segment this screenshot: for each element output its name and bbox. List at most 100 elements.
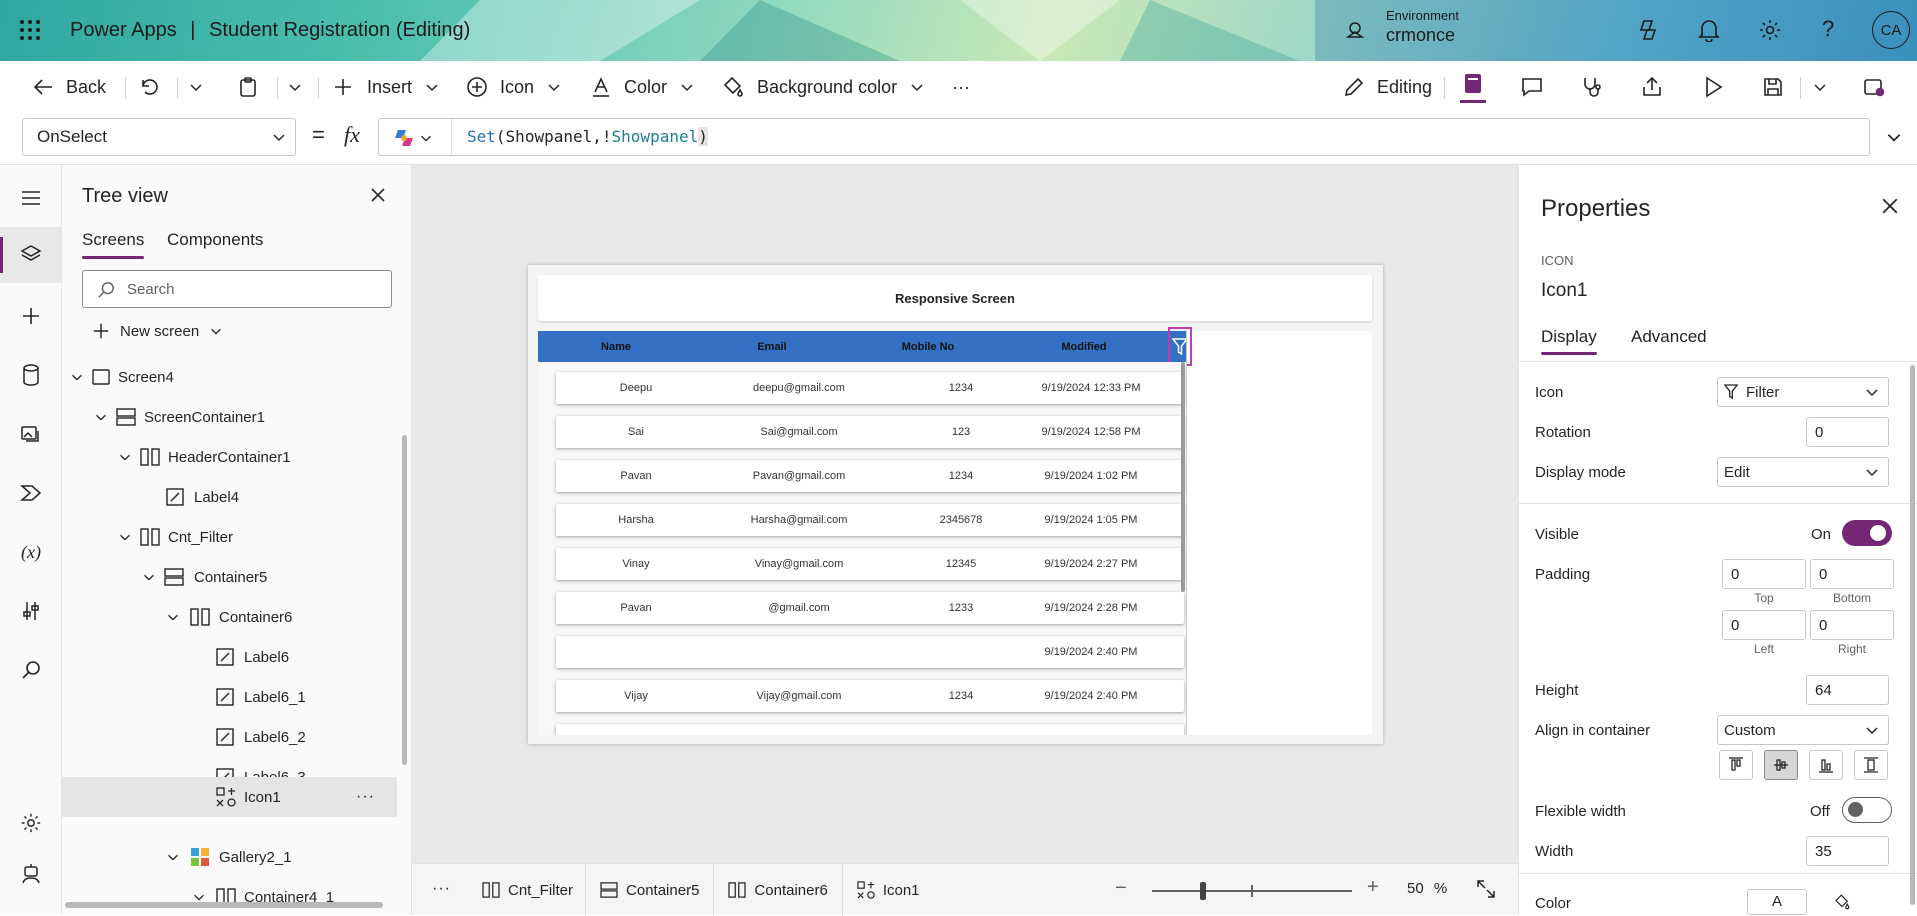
variables-icon[interactable]: (x) (18, 539, 44, 565)
tab-display[interactable]: Display (1541, 327, 1597, 355)
tree-node-container4-1[interactable]: Container4_1 (62, 877, 402, 915)
power-automate-icon[interactable] (18, 480, 44, 506)
icon-button[interactable]: Icon (466, 61, 562, 113)
media-icon[interactable] (18, 421, 44, 447)
app-checker-button[interactable] (1460, 61, 1486, 113)
tree-view-tab[interactable] (0, 227, 62, 283)
breadcrumb-container5[interactable]: Container5 (586, 882, 713, 899)
avatar[interactable]: CA (1872, 11, 1910, 49)
tree-node-headercontainer1[interactable]: HeaderContainer1 (62, 437, 402, 477)
display-mode-select[interactable]: Edit (1717, 457, 1889, 487)
gallery-row[interactable]: Sai Sai@gmail.com 123 9/19/2024 12:58 PM (556, 416, 1184, 448)
tree-node-screencontainer1[interactable]: ScreenContainer1 (62, 397, 402, 437)
tab-advanced[interactable]: Advanced (1631, 327, 1707, 347)
tree-node-container6[interactable]: Container6 (62, 597, 402, 637)
editing-button[interactable]: Editing (1343, 61, 1432, 113)
insert-icon[interactable] (18, 303, 44, 329)
app-screen[interactable]: Responsive Screen Name Email Mobile No M… (528, 265, 1383, 744)
tree-search-input[interactable]: Search (82, 270, 392, 308)
align-bottom-button[interactable] (1809, 750, 1843, 780)
padding-left-input[interactable]: 0 (1722, 610, 1806, 640)
virtual-agent-icon[interactable] (18, 861, 44, 887)
zoom-slider[interactable] (1152, 882, 1352, 900)
tree-horizontal-scrollbar[interactable] (65, 902, 383, 908)
save-button[interactable] (1762, 61, 1784, 113)
settings-icon[interactable] (18, 810, 44, 836)
icon-select[interactable]: Filter (1717, 377, 1889, 407)
publish-button[interactable] (1862, 61, 1886, 113)
screen-header-label[interactable]: Responsive Screen (538, 275, 1372, 321)
tree-node-screen4[interactable]: Screen4 (62, 357, 402, 397)
formula-input[interactable]: Set(Showpanel,!Showpanel) (378, 118, 1870, 156)
notifications-icon[interactable] (1698, 18, 1720, 47)
tree-node-label6[interactable]: Label6 (62, 637, 402, 677)
width-input[interactable]: 35 (1806, 836, 1889, 866)
undo-button[interactable] (138, 61, 160, 113)
settings-icon[interactable] (1758, 18, 1782, 47)
app-launcher-icon[interactable] (19, 19, 41, 41)
preview-button[interactable] (1702, 61, 1724, 113)
environment-icon[interactable] (1345, 20, 1365, 45)
copilot-icon[interactable] (1636, 18, 1660, 47)
zoom-out-button[interactable]: − (1115, 877, 1127, 900)
insert-button[interactable]: Insert (333, 61, 440, 113)
gallery-row[interactable]: 9/19/2024 2:40 PM (556, 636, 1184, 668)
tree-node-cnt-filter[interactable]: Cnt_Filter (62, 517, 402, 557)
copilot-formula-button[interactable] (393, 128, 433, 148)
zoom-value[interactable]: 50 % (1407, 880, 1447, 897)
gallery-row[interactable]: Harsha Harsha@gmail.com 2345678 9/19/202… (556, 504, 1184, 536)
search-icon[interactable] (18, 657, 44, 683)
properties-scrollbar[interactable] (1910, 365, 1915, 905)
fit-to-window-button[interactable] (1476, 879, 1496, 904)
close-tree-button[interactable] (370, 187, 386, 208)
breadcrumb-cnt-filter[interactable]: Cnt_Filter (470, 882, 585, 899)
tree-node-label6-1[interactable]: Label6_1 (62, 677, 402, 717)
new-screen-button[interactable]: New screen (92, 317, 223, 345)
more-breadcrumb-button[interactable]: ··· (432, 880, 451, 898)
color-fill-button[interactable] (1812, 889, 1872, 915)
back-button[interactable]: Back (32, 61, 106, 113)
expand-formula-button[interactable] (1885, 128, 1903, 151)
more-commands-button[interactable]: ··· (952, 61, 970, 113)
breadcrumb-icon1[interactable]: Icon1 (843, 881, 934, 899)
breadcrumb-container6[interactable]: Container6 (714, 882, 841, 899)
redo-dropdown[interactable] (188, 61, 204, 113)
control-name[interactable]: Icon1 (1541, 280, 1587, 302)
paste-button[interactable] (237, 61, 259, 113)
advanced-tools-icon[interactable] (18, 598, 44, 624)
color-text-button[interactable]: A (1747, 889, 1807, 915)
padding-bottom-input[interactable]: 0 (1810, 559, 1894, 589)
gallery-scrollbar[interactable] (1181, 362, 1185, 592)
flexible-width-toggle[interactable] (1842, 797, 1892, 823)
gallery-row[interactable] (556, 724, 1184, 735)
property-dropdown[interactable]: OnSelect (22, 118, 296, 156)
tree-node-label6-2[interactable]: Label6_2 (62, 717, 402, 757)
color-button[interactable]: Color (590, 61, 695, 113)
filter-header-container[interactable]: Name Email Mobile No Modified (538, 331, 1186, 362)
gallery-row[interactable]: Pavan @gmail.com 1233 9/19/2024 2:28 PM (556, 592, 1184, 624)
health-check-button[interactable] (1580, 61, 1604, 113)
tree-node-icon1[interactable]: Icon1 ··· (62, 777, 397, 817)
visible-toggle[interactable] (1842, 520, 1892, 546)
data-icon[interactable] (18, 362, 44, 388)
align-top-button[interactable] (1719, 750, 1753, 780)
tree-node-gallery2-1[interactable]: Gallery2_1 (62, 837, 402, 877)
menu-icon[interactable] (18, 185, 44, 211)
background-color-button[interactable]: Background color (721, 61, 925, 113)
filter-icon-control[interactable] (1168, 327, 1192, 366)
tree-node-label4[interactable]: Label4 (62, 477, 402, 517)
gallery-row[interactable]: Vijay Vijay@gmail.com 1234 9/19/2024 2:4… (556, 680, 1184, 712)
zoom-slider-thumb[interactable] (1200, 882, 1206, 900)
close-properties-button[interactable] (1881, 197, 1899, 220)
save-dropdown[interactable] (1812, 61, 1828, 113)
align-center-button[interactable] (1764, 750, 1798, 780)
comments-button[interactable] (1520, 61, 1544, 113)
tab-components[interactable]: Components (167, 230, 263, 250)
padding-right-input[interactable]: 0 (1810, 610, 1894, 640)
padding-top-input[interactable]: 0 (1722, 559, 1806, 589)
gallery-row[interactable]: Vinay Vinay@gmail.com 12345 9/19/2024 2:… (556, 548, 1184, 580)
zoom-in-button[interactable]: + (1367, 876, 1379, 899)
rotation-input[interactable]: 0 (1806, 417, 1889, 447)
records-gallery[interactable]: Deepu deepu@gmail.com 1234 9/19/2024 12:… (538, 362, 1186, 735)
paste-dropdown[interactable] (287, 61, 303, 113)
